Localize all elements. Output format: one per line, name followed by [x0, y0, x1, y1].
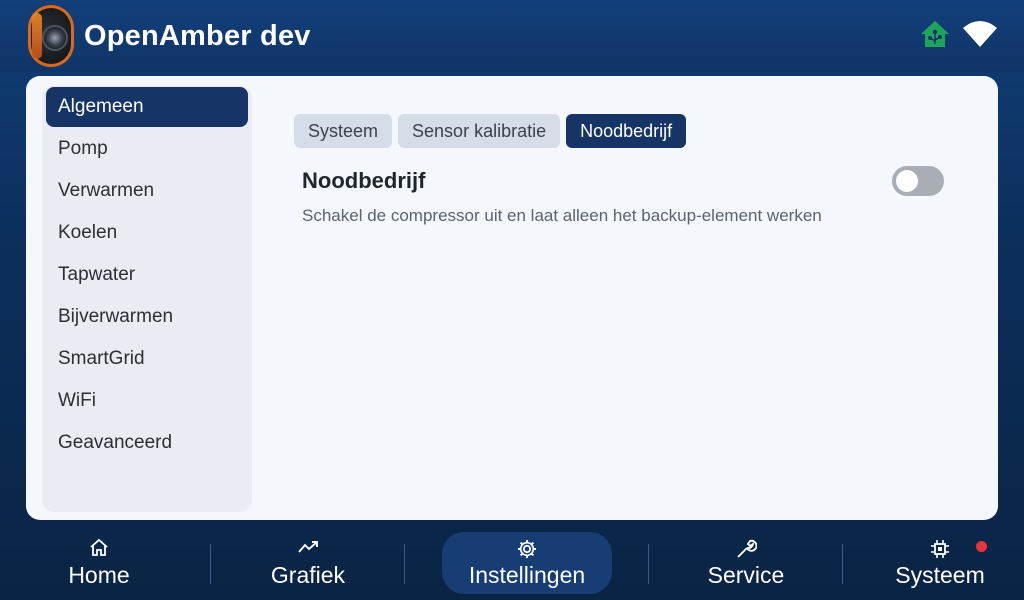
- wrench-icon: [688, 538, 804, 560]
- sidebar-item-bijverwarmen[interactable]: Bijverwarmen: [46, 297, 248, 337]
- home-icon: [40, 538, 158, 560]
- alert-status-dot: [976, 541, 987, 552]
- app-title: OpenAmber dev: [84, 20, 311, 52]
- setting-title: Noodbedrijf: [302, 168, 426, 193]
- nav-systeem-label: Systeem: [895, 562, 985, 588]
- sidebar-item-tapwater[interactable]: Tapwater: [46, 255, 248, 295]
- sidebar-item-wifi[interactable]: WiFi: [46, 381, 248, 421]
- nav-service[interactable]: Service: [688, 532, 804, 594]
- sidebar-item-smartgrid[interactable]: SmartGrid: [46, 339, 248, 379]
- heat-pump-logo-icon: [28, 5, 74, 67]
- nav-instellingen[interactable]: Instellingen: [442, 532, 612, 594]
- sidebar-item-geavanceerd[interactable]: Geavanceerd: [46, 423, 248, 463]
- nav-home[interactable]: Home: [40, 532, 158, 594]
- sidebar-item-verwarmen[interactable]: Verwarmen: [46, 171, 248, 211]
- settings-sidebar: Algemeen Pomp Verwarmen Koelen Tapwater …: [42, 86, 252, 512]
- tab-noodbedrijf[interactable]: Noodbedrijf: [566, 114, 687, 148]
- home-network-icon[interactable]: [920, 20, 950, 53]
- nav-divider: [648, 544, 649, 584]
- app-header: OpenAmber dev: [0, 0, 1024, 72]
- sidebar-item-algemeen[interactable]: Algemeen: [46, 87, 248, 127]
- nav-divider: [210, 544, 211, 584]
- gear-icon: [442, 538, 612, 560]
- settings-tabs: Systeem Sensor kalibratie Noodbedrijf: [294, 114, 687, 148]
- toggle-knob: [896, 170, 918, 192]
- nav-divider: [404, 544, 405, 584]
- nav-divider: [842, 544, 843, 584]
- nav-home-label: Home: [68, 562, 130, 588]
- noodbedrijf-toggle[interactable]: [892, 166, 944, 196]
- nav-grafiek-label: Grafiek: [270, 562, 346, 588]
- sidebar-item-koelen[interactable]: Koelen: [46, 213, 248, 253]
- setting-description: Schakel de compressor uit en laat alleen…: [302, 206, 822, 225]
- tab-sensor-kalibratie[interactable]: Sensor kalibratie: [398, 114, 561, 148]
- chart-icon: [250, 538, 366, 560]
- settings-panel: Algemeen Pomp Verwarmen Koelen Tapwater …: [26, 76, 998, 520]
- nav-service-label: Service: [707, 562, 785, 588]
- bottom-nav: Home Grafiek Instellingen Service Systee…: [0, 524, 1024, 600]
- sidebar-item-pomp[interactable]: Pomp: [46, 129, 248, 169]
- tab-systeem[interactable]: Systeem: [294, 114, 393, 148]
- nav-grafiek[interactable]: Grafiek: [250, 532, 366, 594]
- wifi-icon[interactable]: [962, 20, 998, 53]
- nav-instellingen-label: Instellingen: [468, 562, 586, 588]
- status-icons: [920, 20, 998, 53]
